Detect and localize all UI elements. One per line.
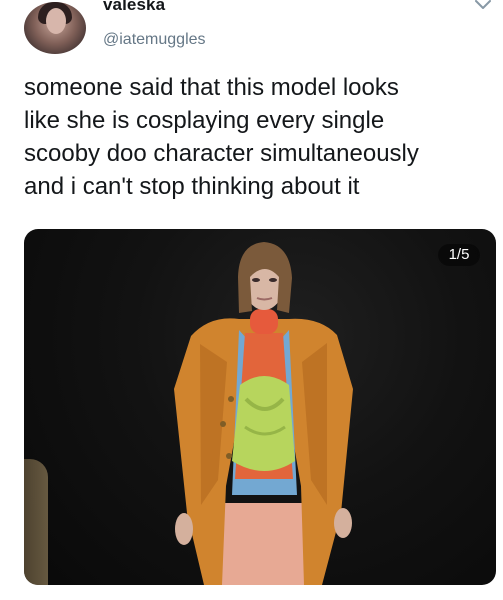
green-top [232, 376, 295, 471]
media-counter: 1/5 [438, 244, 480, 266]
tweet-header: valeska @iatemuggles [0, 0, 503, 62]
avatar-face [46, 8, 66, 34]
page-bottom-space [0, 585, 503, 600]
chevron-down-icon[interactable] [474, 0, 492, 11]
tweet-image[interactable]: 1/5 [24, 229, 496, 585]
display-name[interactable]: valeska [103, 0, 165, 15]
model-photo-figure [174, 242, 353, 585]
tweet-text: someone said that this model looks like … [24, 74, 419, 200]
stage-prop [24, 459, 48, 585]
user-handle[interactable]: @iatemuggles [103, 31, 206, 49]
avatar[interactable] [24, 2, 86, 54]
